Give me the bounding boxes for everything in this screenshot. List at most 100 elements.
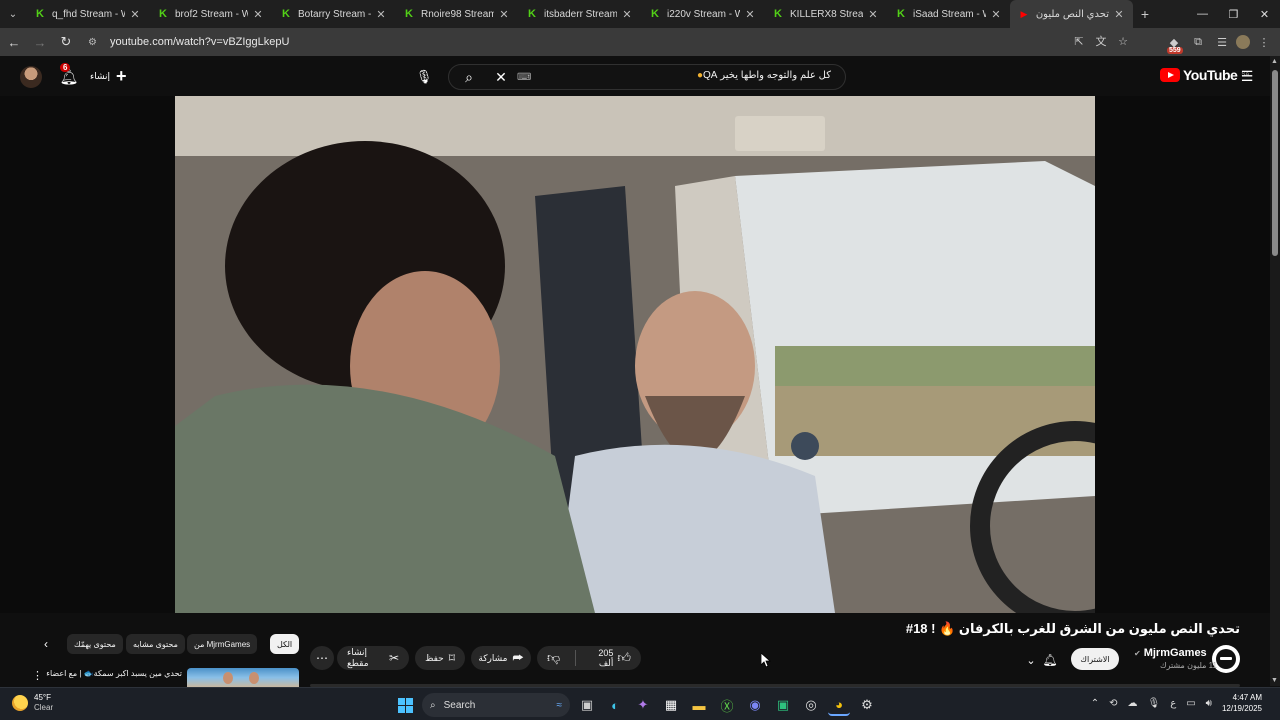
task-view-icon[interactable]: ▣ (576, 694, 598, 716)
start-windows-icon[interactable] (394, 694, 416, 716)
browser-tab-active[interactable]: ▶ تحدي النص مليون من ✕ (1010, 0, 1133, 28)
video-info-section: تحدي النص مليون من الشرق للغرب بالكرفان … (0, 613, 1270, 687)
notifications-bell-icon[interactable]: 🔔︎ 6 (58, 63, 80, 88)
chip-all[interactable]: الكل (270, 634, 300, 654)
extension-icon[interactable]: ◆ 559 (1164, 32, 1184, 54)
chevron-down-icon[interactable]: ⌄ (1022, 650, 1040, 670)
kick-favicon-icon: K (897, 8, 905, 20)
hamburger-menu-icon[interactable]: ☰ (1238, 67, 1256, 85)
new-tab-button[interactable]: + (1133, 0, 1157, 28)
extensions-puzzle-icon[interactable]: ⧉ (1188, 32, 1208, 52)
taskbar-apps: ⌕ Search ≈ ▣ ◐ ✦ ▦ ▬ Ⓧ ◉ ▣ ◎ ◕ ⚙ (394, 693, 878, 717)
chip-similar[interactable]: محتوى مشابه (126, 634, 185, 654)
search-icon[interactable]: ⌕ (449, 65, 489, 89)
bookmark-star-icon[interactable]: ☆ (1114, 32, 1132, 50)
subscribe-button[interactable]: الاشتراك (1071, 648, 1119, 670)
back-icon[interactable]: ← (2, 30, 26, 54)
close-tab-icon[interactable]: ✕ (498, 8, 510, 21)
chrome-icon[interactable]: ◕ (828, 694, 850, 716)
cast-icon[interactable]: ⇱ (1070, 32, 1088, 50)
browser-tab[interactable]: K Botarry Stream - Wa ✕ (272, 0, 395, 28)
browser-tab[interactable]: KiSaad Stream - Watch ✕ (887, 0, 1010, 28)
thumbs-down-icon: 👎︎ (547, 650, 561, 665)
scroll-down-icon[interactable]: ▼ (1271, 677, 1278, 684)
taskbar-search-placeholder: Search (443, 699, 476, 711)
scroll-up-icon[interactable]: ▲ (1271, 58, 1278, 65)
recommended-video-thumbnail[interactable] (187, 668, 299, 687)
dislike-button[interactable]: 👎︎ (537, 646, 570, 670)
browser-tab[interactable]: K Rnoire98 Stream - W ✕ (395, 0, 518, 28)
browser-tab[interactable]: Kbrof2 Stream - Watch ✕ (149, 0, 272, 28)
forward-icon[interactable]: → (28, 30, 52, 54)
more-actions-icon[interactable]: ⋯ (310, 646, 334, 670)
close-tab-icon[interactable]: ✕ (867, 8, 879, 21)
chip-for-you[interactable]: محتوى يهمّك (67, 634, 123, 654)
language-indicator[interactable]: ع (1170, 698, 1176, 709)
clear-search-icon[interactable]: ✕ (489, 69, 513, 86)
copilot-icon[interactable]: ✦ (632, 694, 654, 716)
cloud-icon[interactable]: ☁ (1128, 698, 1138, 709)
reload-icon[interactable]: ↻ (54, 30, 78, 54)
url-field[interactable]: ⚙ youtube.com/watch?v=vBZIggLkepU (80, 31, 1140, 53)
reading-list-icon[interactable]: ☰ (1212, 32, 1232, 52)
browser-menu-icon[interactable]: ⋮ (1254, 32, 1274, 52)
volume-icon[interactable]: 🔊︎ (1206, 698, 1212, 709)
site-info-icon[interactable]: ⚙ (88, 37, 102, 48)
restore-icon[interactable]: ❐ (1218, 0, 1249, 28)
tab-label: Botarry Stream - Wa (298, 8, 371, 20)
close-window-icon[interactable]: ✕ (1249, 0, 1280, 28)
page-scrollbar[interactable]: ▲ ▼ (1270, 56, 1280, 686)
channel-notification-bell-icon[interactable]: 🔔︎ (1040, 650, 1060, 670)
close-tab-icon[interactable]: ✕ (990, 8, 1002, 21)
like-button[interactable]: 205 ألف 👍︎ (581, 646, 641, 670)
browser-toolbar: ◆ 559 ⧉ ☰ ⋮ (1164, 32, 1274, 54)
file-explorer-icon[interactable]: ▬ (688, 694, 710, 716)
search-input[interactable]: كل علم والتوجه واطها يخير QA● (693, 70, 831, 81)
chip-from-channel[interactable]: من MjrmGames (187, 634, 258, 654)
edge-browser-icon[interactable]: ◐ (604, 694, 626, 716)
minimize-icon[interactable]: — (1187, 0, 1218, 28)
recommendation-menu-icon[interactable]: ⋮ (32, 669, 43, 682)
chips-scroll-left-icon[interactable]: ‹ (36, 634, 56, 654)
youtube-logo[interactable]: YouTube SA (1160, 67, 1249, 83)
browser-tab[interactable]: Kq_fhd Stream - Watc ✕ (26, 0, 149, 28)
browser-tab[interactable]: Ki220v Stream - Watc ✕ (641, 0, 764, 28)
obs-icon[interactable]: ◎ (800, 694, 822, 716)
app-green-icon[interactable]: ▣ (772, 694, 794, 716)
channel-name-link[interactable]: ✔ MjrmGames (1134, 647, 1207, 659)
video-title: تحدي النص مليون من الشرق للغرب بالكرفان … (905, 621, 1240, 636)
tray-overflow-chevron-icon[interactable]: ⌃ (1091, 698, 1099, 709)
close-tab-icon[interactable]: ✕ (621, 8, 633, 21)
user-avatar[interactable] (20, 66, 42, 88)
keyboard-icon[interactable]: ⌨ (517, 72, 537, 83)
clip-button[interactable]: إنشاء مقطع ✂ (337, 646, 409, 670)
create-button[interactable]: إنشاء + (90, 64, 127, 88)
mic-icon[interactable]: 🎙︎ (1148, 698, 1161, 709)
scrollbar-thumb[interactable] (1272, 70, 1278, 256)
xbox-icon[interactable]: Ⓧ (716, 694, 738, 716)
taskbar-clock[interactable]: 4:47 AM 12/19/2025 (1222, 692, 1262, 714)
close-tab-icon[interactable]: ✕ (375, 8, 387, 21)
weather-widget[interactable]: 45°F Clear (12, 693, 53, 713)
recommended-video-title[interactable]: تحدي مين يسبد اكبر سمكة🐟 | مع اعضاء دون (46, 669, 182, 678)
microsoft-store-icon[interactable]: ▦ (660, 694, 682, 716)
sync-icon[interactable]: ⟲ (1109, 698, 1117, 709)
profile-avatar[interactable] (1236, 35, 1250, 49)
close-tab-icon[interactable]: ✕ (129, 8, 141, 21)
discord-icon[interactable]: ◉ (744, 694, 766, 716)
save-button[interactable]: حفظ ⌑ (415, 646, 465, 670)
close-tab-icon[interactable]: ✕ (1113, 8, 1125, 21)
close-tab-icon[interactable]: ✕ (744, 8, 756, 21)
network-icon[interactable]: ▭ (1186, 698, 1195, 709)
translate-icon[interactable]: 文 (1092, 32, 1110, 50)
share-button[interactable]: مشاركة ⮫ (471, 646, 531, 670)
kick-favicon-icon: K (282, 8, 290, 20)
close-tab-icon[interactable]: ✕ (252, 8, 264, 21)
voice-search-mic-icon[interactable]: 🎙︎ (412, 65, 436, 89)
browser-tab[interactable]: Kitsbaderr Stream - W ✕ (518, 0, 641, 28)
video-player[interactable] (175, 96, 1095, 613)
settings-gear-icon[interactable]: ⚙ (856, 694, 878, 716)
tab-search-icon[interactable]: ⌄ (0, 0, 26, 28)
taskbar-search[interactable]: ⌕ Search ≈ (422, 693, 570, 717)
browser-tab[interactable]: K KILLERX8 Stream - W ✕ (764, 0, 887, 28)
